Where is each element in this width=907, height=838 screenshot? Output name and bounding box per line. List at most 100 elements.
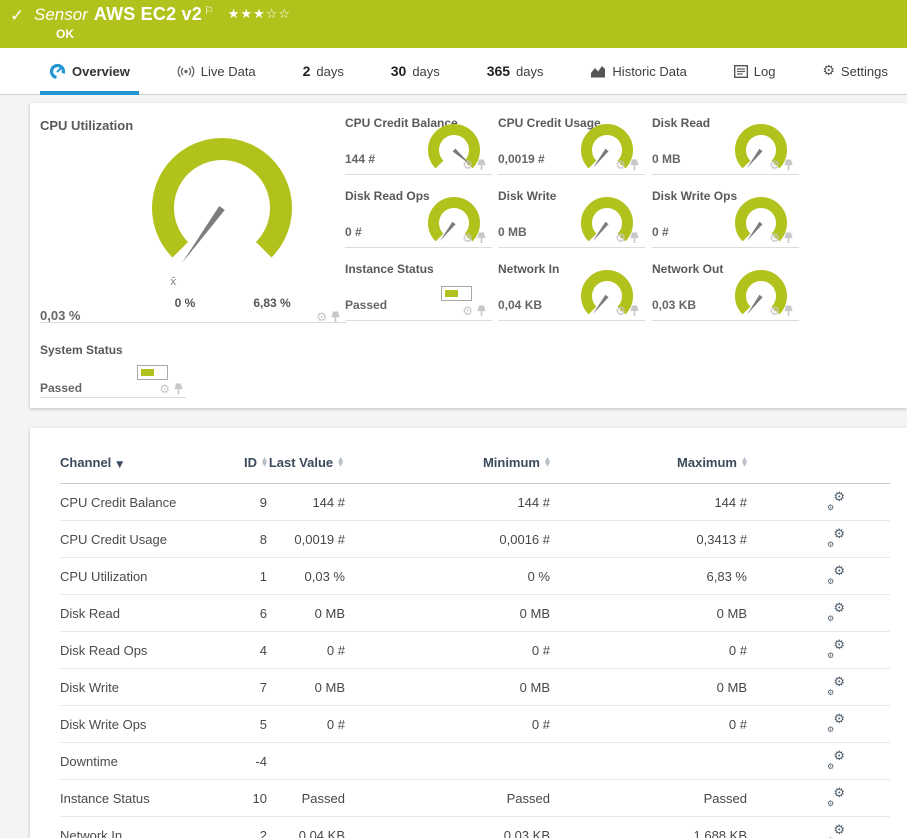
channel-row-network-in[interactable]: Network In20,04 KB0,03 KB1.688 KB ⚙⚙: [60, 816, 890, 838]
status-indicator: [441, 286, 472, 301]
priority-stars[interactable]: ★★★☆☆: [228, 7, 291, 22]
edit-channel-icon[interactable]: ⚙⚙: [827, 675, 845, 697]
channel-table-panel: Channel ▼ ID ▲ ▼ Last Value ▲ ▼ Minimum ▲ ▼ Maximum…: [30, 428, 907, 838]
tab-label: Live Data: [200, 63, 256, 79]
channel-row-cpu-credit-usage[interactable]: CPU Credit Usage 8 0,0019 #0,0016 #0,3413 …: [60, 520, 890, 558]
average-marker: x̄: [170, 275, 177, 288]
gauge-cell-cpu-credit-balance[interactable]: CPU Credit Balance 144 # ⚙: [345, 112, 492, 175]
tab-30-days[interactable]: 30 days: [382, 48, 449, 94]
gear-icon[interactable]: ⚙: [316, 311, 327, 323]
gauge-value: Passed: [345, 298, 388, 312]
gear-icon[interactable]: ⚙: [462, 305, 473, 317]
column-header-minimum[interactable]: Minimum ▲ ▼: [345, 428, 550, 484]
gauge-dial: [735, 270, 787, 315]
gauge-cell-network-in[interactable]: Network In 0,04 KB ⚙: [498, 258, 645, 321]
gauge-cell-cpu-utilization[interactable]: CPU Utilization x̄ 0 % 6,83 % 0,03 % ⚙: [40, 112, 347, 323]
pin-icon[interactable]: [783, 159, 794, 171]
edit-channel-icon[interactable]: ⚙⚙: [827, 601, 845, 623]
column-header-actions: [747, 428, 890, 484]
channel-row-disk-write[interactable]: Disk Write 7 0 MB 0 MB 0 MB ⚙ ⚙: [60, 668, 890, 706]
gear-icon[interactable]: ⚙: [462, 232, 473, 244]
channel-name: CPU Utilization: [60, 557, 210, 595]
edit-channel-icon[interactable]: ⚙⚙: [827, 564, 845, 586]
gauge-cell-disk-write[interactable]: Disk Write 0 MB ⚙: [498, 185, 645, 248]
column-label: Maximum: [677, 455, 737, 470]
edit-channel-icon[interactable]: ⚙⚙: [827, 712, 845, 734]
pin-icon[interactable]: [629, 159, 640, 171]
edit-channel-icon[interactable]: ⚙⚙: [827, 638, 845, 660]
gauge-cell-cpu-credit-usage[interactable]: CPU Credit Usage 0,0019 # ⚙: [498, 112, 645, 175]
edit-channel-icon[interactable]: ⚙⚙: [827, 490, 845, 512]
column-header-last-value[interactable]: Last Value ▲ ▼: [267, 428, 345, 484]
tab-365-days[interactable]: 365 days: [478, 48, 553, 94]
tab-live-data[interactable]: Live Data: [168, 48, 265, 94]
column-header-channel[interactable]: Channel ▼: [60, 428, 210, 484]
last-value: 0,03 %: [267, 557, 345, 595]
gear-icon[interactable]: ⚙: [615, 232, 626, 244]
gear-icon[interactable]: ⚙: [615, 305, 626, 317]
column-header-id[interactable]: ID ▲ ▼: [210, 428, 267, 484]
gauge-cell-system-status[interactable]: System Status Passed ⚙: [40, 335, 186, 398]
gear-icon[interactable]: ⚙: [159, 383, 170, 395]
edit-channel-icon[interactable]: ⚙⚙: [827, 823, 845, 838]
gauge-cell-disk-read[interactable]: Disk Read 0 MB ⚙: [652, 112, 799, 175]
channel-row-downtime[interactable]: Downtime -4 ⚙ ⚙: [60, 742, 890, 780]
last-value: 0 #: [267, 705, 345, 743]
sort-icon: ▲ ▼: [742, 455, 747, 468]
gauge-cell-network-out[interactable]: Network Out 0,03 KB ⚙: [652, 258, 799, 321]
tab-label: days: [412, 63, 440, 79]
tab-2-days[interactable]: 2 days: [294, 48, 353, 94]
last-value: 144 #: [267, 483, 345, 521]
gear-icon[interactable]: ⚙: [615, 159, 626, 171]
channel-row-disk-read[interactable]: Disk Read 6 0 MB 0 MB 0 MB ⚙ ⚙: [60, 594, 890, 632]
tab-settings[interactable]: ⚙ Settings: [813, 48, 897, 94]
gauge-cell-instance-status[interactable]: Instance Status Passed ⚙: [345, 258, 492, 321]
column-header-maximum[interactable]: Maximum ▲ ▼: [550, 428, 747, 484]
channel-row-disk-write-ops[interactable]: Disk Write Ops 5 0 #0 #0 # ⚙ ⚙: [60, 705, 890, 743]
edit-channel-cell: ⚙⚙: [747, 742, 890, 780]
edit-channel-icon[interactable]: ⚙⚙: [827, 786, 845, 808]
pin-icon[interactable]: [476, 159, 487, 171]
gear-icon[interactable]: ⚙: [769, 232, 780, 244]
pin-icon[interactable]: [476, 232, 487, 244]
tab-log[interactable]: Log: [725, 48, 785, 94]
pin-icon[interactable]: [476, 305, 487, 317]
pin-icon[interactable]: [330, 311, 341, 323]
tab-overview[interactable]: Overview: [40, 48, 139, 95]
pin-icon[interactable]: [783, 232, 794, 244]
column-label: Last Value: [268, 455, 334, 470]
gauge-dial: [152, 138, 292, 264]
tab-label: Overview: [72, 63, 130, 79]
gauge-title: Network Out: [652, 262, 724, 276]
tab-label: Log: [753, 63, 776, 79]
gauge-dial: [581, 197, 633, 242]
maximum-value: [550, 742, 747, 780]
column-label: Channel: [60, 455, 112, 470]
gear-icon[interactable]: ⚙: [769, 159, 780, 171]
gauge-cell-disk-write-ops[interactable]: Disk Write Ops 0 # ⚙: [652, 185, 799, 248]
flag-icon[interactable]: ⚐: [204, 4, 214, 17]
channel-row-cpu-utilization[interactable]: CPU Utilization 1 0,03 % 0 % 6,83 % ⚙ ⚙: [60, 557, 890, 595]
tab-number: 2: [302, 63, 311, 79]
channel-row-cpu-credit-balance[interactable]: CPU Credit Balance 9 144 #144 #144 # ⚙ ⚙: [60, 483, 890, 521]
gauge-cell-disk-read-ops[interactable]: Disk Read Ops 0 # ⚙: [345, 185, 492, 248]
edit-channel-cell: ⚙⚙: [747, 816, 890, 838]
tab-number: 30: [390, 63, 407, 79]
channel-row-instance-status[interactable]: Instance Status 10 Passed Passed Passed ⚙ ⚙: [60, 779, 890, 817]
edit-channel-icon[interactable]: ⚙⚙: [827, 749, 845, 771]
gauge-icon: [49, 63, 66, 79]
edit-channel-cell: ⚙⚙: [747, 779, 890, 817]
pin-icon[interactable]: [629, 305, 640, 317]
channel-row-disk-read-ops[interactable]: Disk Read Ops 4 0 #0 #0 # ⚙ ⚙: [60, 631, 890, 669]
pin-icon[interactable]: [629, 232, 640, 244]
pin-icon[interactable]: [783, 305, 794, 317]
pin-icon[interactable]: [173, 383, 184, 395]
gear-icon[interactable]: ⚙: [769, 305, 780, 317]
gear-icon[interactable]: ⚙: [462, 159, 473, 171]
gauge-value: 0,0019 #: [498, 152, 545, 166]
gauge-title: Instance Status: [345, 262, 434, 276]
tab-historic-data[interactable]: Historic Data: [581, 48, 695, 94]
edit-channel-icon[interactable]: ⚙⚙: [827, 527, 845, 549]
gauge-value: 0,03 KB: [652, 298, 697, 312]
last-value: 0,04 KB: [267, 816, 345, 838]
